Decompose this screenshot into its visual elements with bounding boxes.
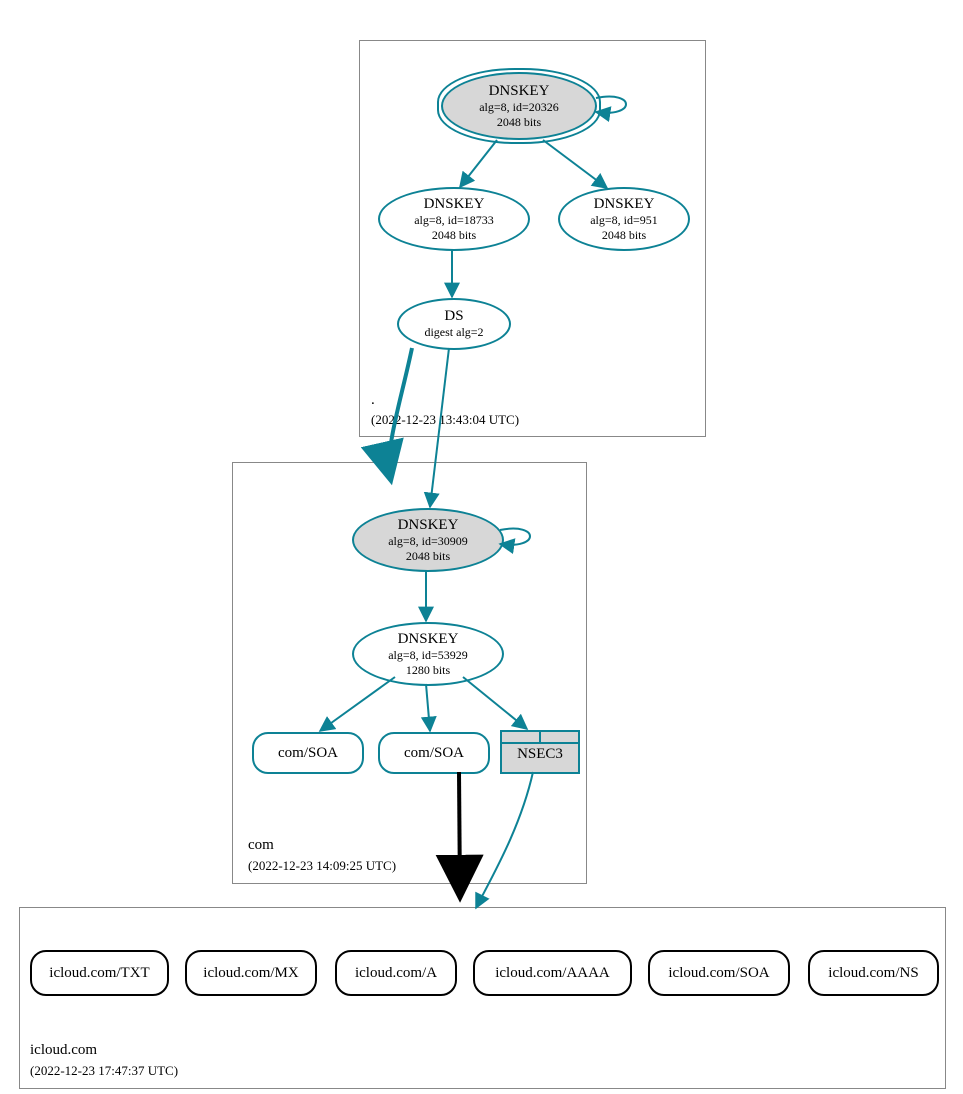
node-bits: 2048 bits xyxy=(497,115,541,129)
zone-com-label: com xyxy=(248,837,274,854)
node-title: DS xyxy=(444,308,463,325)
zone-icloud xyxy=(19,907,946,1089)
node-title: DNSKEY xyxy=(398,631,459,648)
root-zsk-dnskey-951: DNSKEY alg=8, id=951 2048 bits xyxy=(558,187,690,251)
node-title: DNSKEY xyxy=(398,517,459,534)
root-ds: DS digest alg=2 xyxy=(397,298,511,350)
icloud-aaaa: icloud.com/AAAA xyxy=(473,950,632,996)
nsec3-label: NSEC3 xyxy=(502,744,578,767)
node-title: DNSKEY xyxy=(594,196,655,213)
com-nsec3: NSEC3 xyxy=(500,730,580,774)
zone-root-timestamp: (2022-12-23 13:43:04 UTC) xyxy=(371,412,519,428)
node-title: DNSKEY xyxy=(424,196,485,213)
node-alg: alg=8, id=951 xyxy=(590,213,658,227)
node-title: DNSKEY xyxy=(489,83,550,100)
icloud-a: icloud.com/A xyxy=(335,950,457,996)
com-soa-1: com/SOA xyxy=(252,732,364,774)
icloud-ns: icloud.com/NS xyxy=(808,950,939,996)
icloud-mx: icloud.com/MX xyxy=(185,950,317,996)
node-alg: alg=8, id=53929 xyxy=(388,648,468,662)
node-bits: 1280 bits xyxy=(406,663,450,677)
node-bits: 2048 bits xyxy=(432,228,476,242)
node-bits: 2048 bits xyxy=(602,228,646,242)
root-zsk-dnskey-18733: DNSKEY alg=8, id=18733 2048 bits xyxy=(378,187,530,251)
icloud-soa: icloud.com/SOA xyxy=(648,950,790,996)
com-ksk-dnskey: DNSKEY alg=8, id=30909 2048 bits xyxy=(352,508,504,572)
node-bits: 2048 bits xyxy=(406,549,450,563)
icloud-txt: icloud.com/TXT xyxy=(30,950,169,996)
zone-icloud-label: icloud.com xyxy=(30,1042,97,1059)
com-soa-2: com/SOA xyxy=(378,732,490,774)
com-zsk-dnskey: DNSKEY alg=8, id=53929 1280 bits xyxy=(352,622,504,686)
zone-com-timestamp: (2022-12-23 14:09:25 UTC) xyxy=(248,858,396,874)
zone-root-label: . xyxy=(371,392,375,409)
node-digest: digest alg=2 xyxy=(424,325,483,339)
node-alg: alg=8, id=20326 xyxy=(479,100,559,114)
node-alg: alg=8, id=30909 xyxy=(388,534,468,548)
root-ksk-dnskey: DNSKEY alg=8, id=20326 2048 bits xyxy=(441,72,597,140)
node-alg: alg=8, id=18733 xyxy=(414,213,494,227)
zone-icloud-timestamp: (2022-12-23 17:47:37 UTC) xyxy=(30,1063,178,1079)
